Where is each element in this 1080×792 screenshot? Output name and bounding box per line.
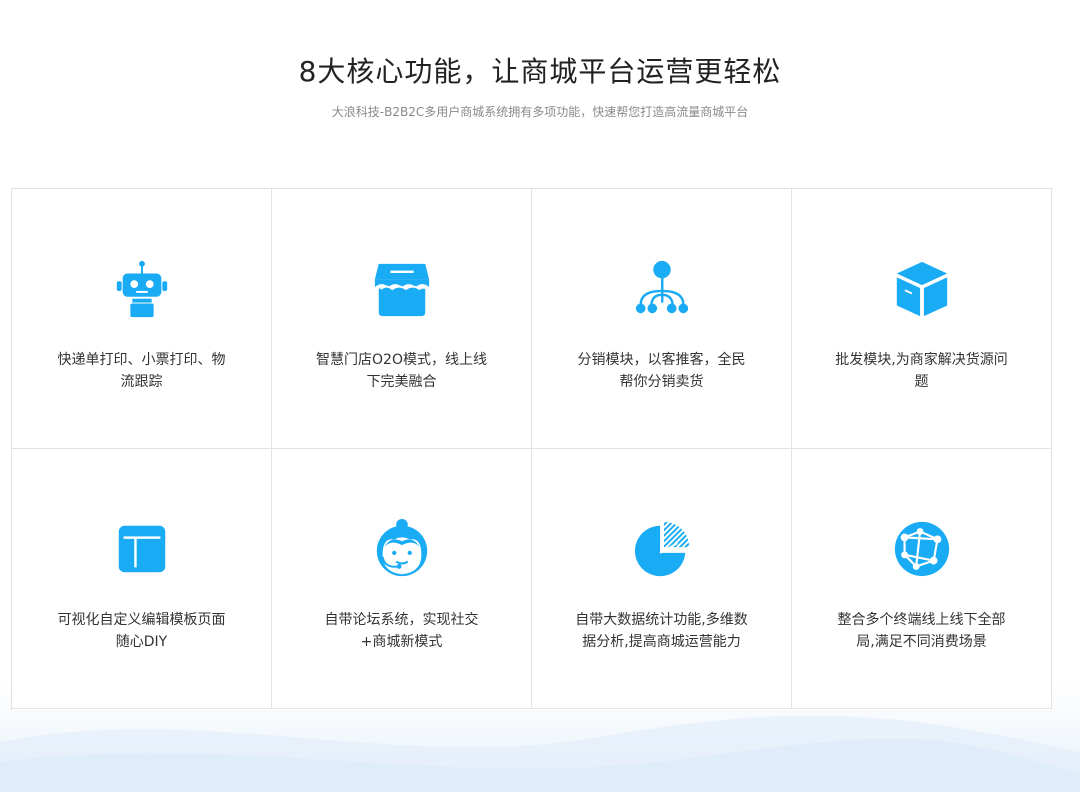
feature-card-big-data[interactable]: 自带大数据统计功能,多维数据分析,提高商城运营能力 — [532, 449, 792, 709]
feature-description: 自带大数据统计功能,多维数据分析,提高商城运营能力 — [575, 612, 748, 650]
feature-description: 自带论坛系统，实现社交+商城新模式 — [324, 612, 479, 650]
feature-card-omnichannel[interactable]: 整合多个终端线上线下全部局,满足不同消费场景 — [792, 449, 1052, 709]
feature-description: 分销模块，以客推客，全民帮你分销卖货 — [577, 352, 746, 390]
pie-chart-icon — [532, 519, 791, 579]
feature-card-forum[interactable]: 自带论坛系统，实现社交+商城新模式 — [272, 449, 532, 709]
globe-network-icon — [792, 519, 1051, 579]
robot-icon — [12, 259, 271, 319]
feature-card-wholesale[interactable]: 批发模块,为商家解决货源问题 — [792, 189, 1052, 449]
feature-description: 可视化自定义编辑模板页面随心DIY — [57, 612, 226, 650]
feature-card-distribution[interactable]: 分销模块，以客推客，全民帮你分销卖货 — [532, 189, 792, 449]
distribution-network-icon — [532, 259, 791, 319]
feature-card-diy-template[interactable]: 可视化自定义编辑模板页面随心DIY — [12, 449, 272, 709]
feature-description: 批发模块,为商家解决货源问题 — [835, 352, 1008, 390]
feature-grid: 快递单打印、小票打印、物流跟踪 智慧门店O2O模式，线上线下完美融合 分销模块，… — [11, 188, 1053, 710]
feature-description: 整合多个终端线上线下全部局,满足不同消费场景 — [837, 612, 1006, 650]
feature-description: 智慧门店O2O模式，线上线下完美融合 — [316, 352, 487, 390]
customer-service-icon — [272, 518, 531, 579]
layout-template-icon — [12, 519, 271, 579]
feature-card-print[interactable]: 快递单打印、小票打印、物流跟踪 — [12, 189, 272, 449]
feature-description: 快递单打印、小票打印、物流跟踪 — [57, 352, 226, 390]
package-box-icon — [792, 259, 1051, 319]
storefront-icon — [272, 259, 531, 319]
section-title: 8大核心功能，让商城平台运营更轻松 — [298, 55, 782, 88]
section-subtitle: 大浪科技-B2B2C多用户商城系统拥有多项功能，快速帮您打造高流量商城平台 — [331, 105, 749, 119]
feature-card-o2o-store[interactable]: 智慧门店O2O模式，线上线下完美融合 — [272, 189, 532, 449]
